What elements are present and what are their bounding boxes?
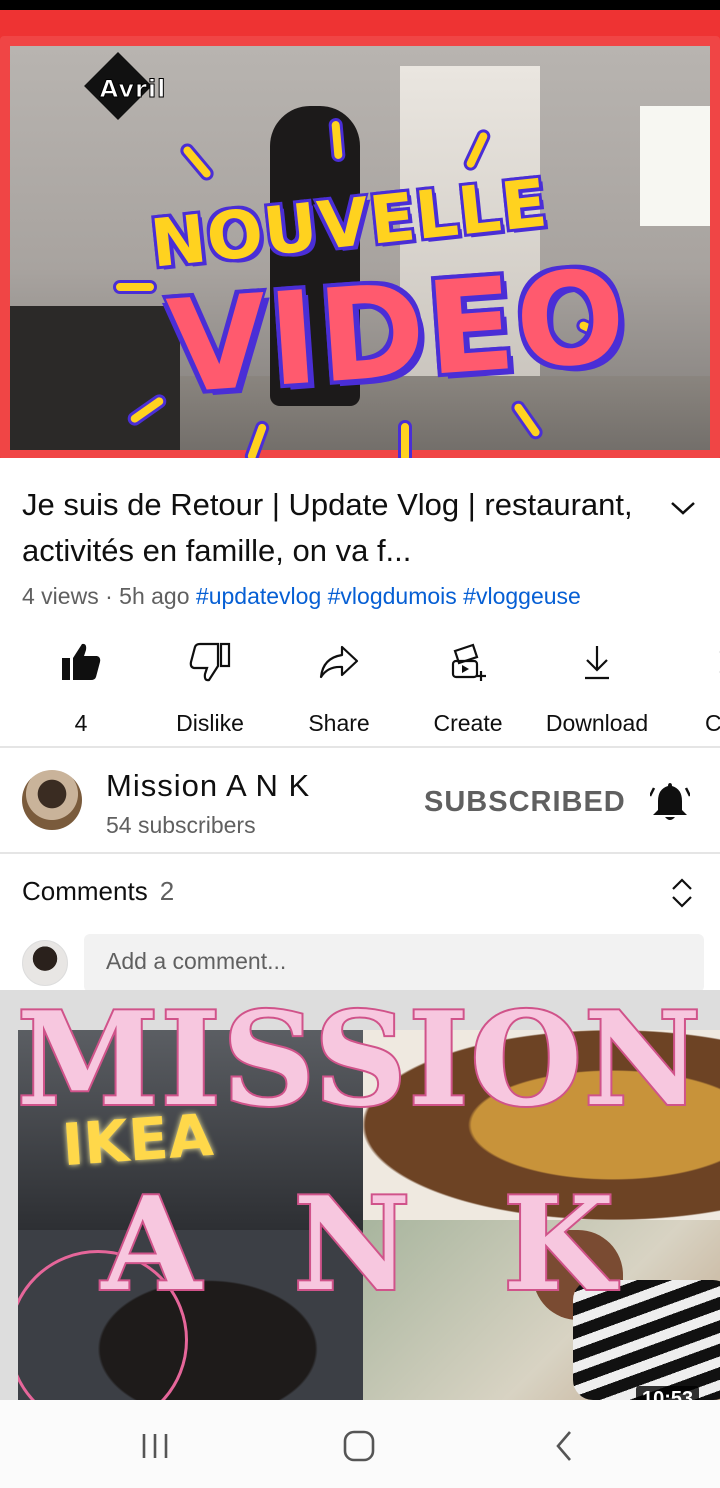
like-count: 4 [74,710,88,736]
video-meta: 4 views · 5h ago #updatevlog #vlogdumois… [22,583,581,610]
comments-count: 2 [159,876,175,906]
hashtag[interactable]: #vlogdumois [328,583,457,609]
room-window [640,106,710,226]
like-icon [59,640,103,684]
download-button[interactable]: Download [532,638,662,738]
home-button[interactable] [339,1428,379,1464]
back-button[interactable] [544,1428,584,1464]
create-icon [446,640,490,684]
home-icon [343,1430,375,1462]
comments-header[interactable]: Comments 2 [22,876,174,907]
dislike-icon [188,640,232,684]
status-strip [0,0,720,10]
video-title[interactable]: Je suis de Retour | Update Vlog | restau… [22,482,642,574]
expand-description-button[interactable] [666,494,700,522]
create-button[interactable]: Create [403,638,533,738]
watermark-text: Avril [99,75,167,104]
channel-name[interactable]: Mission A N K [106,768,310,804]
clip-button[interactable]: C [661,638,720,738]
clip-icon [701,640,720,684]
user-avatar [22,940,68,986]
promo-title-line1: MISSION [15,983,703,1137]
dislike-label: Dislike [176,710,244,736]
channel-row[interactable]: Mission A N K 54 subscribers SUBSCRIBED [0,750,720,852]
expand-collapse-icon[interactable] [668,876,696,910]
share-button[interactable]: Share [274,638,404,738]
promo-title-line2: A N K [100,1168,639,1322]
comments-label: Comments [22,876,148,906]
clip-label: C [705,710,720,736]
channel-avatar[interactable] [22,770,82,830]
chevron-down-icon [671,502,695,515]
hashtag[interactable]: #vloggeuse [463,583,581,609]
divider [0,746,720,748]
view-count: 4 views [22,583,99,609]
notification-bell-icon[interactable] [650,780,690,822]
back-icon [556,1431,571,1461]
recents-button[interactable] [135,1428,175,1464]
burst-stroke [113,280,157,294]
watermark: Avril [78,52,188,120]
subscribed-button[interactable]: SUBSCRIBED [424,786,626,819]
burst-stroke [398,420,412,458]
subscriber-count: 54 subscribers [106,812,256,838]
video-title-row[interactable]: Je suis de Retour | Update Vlog | restau… [22,482,698,574]
download-icon [575,640,619,684]
video-player[interactable]: Avril NOUVELLE VIDEO [0,10,720,458]
like-button[interactable]: 4 [16,638,146,738]
share-label: Share [308,710,370,736]
dislike-button[interactable]: Dislike [145,638,275,738]
share-icon [317,640,361,684]
divider [0,852,720,854]
create-label: Create [433,710,503,736]
meta-separator: · [105,583,120,609]
system-navbar [0,1400,720,1488]
hashtag[interactable]: #updatevlog [196,583,321,609]
action-bar: 4 Dislike Share Create Download C [0,638,720,738]
recents-icon [142,1434,168,1458]
room-desk [10,306,180,450]
comment-input[interactable]: Add a comment... [84,934,704,992]
download-label: Download [545,710,649,736]
upload-age: 5h ago [119,583,190,609]
